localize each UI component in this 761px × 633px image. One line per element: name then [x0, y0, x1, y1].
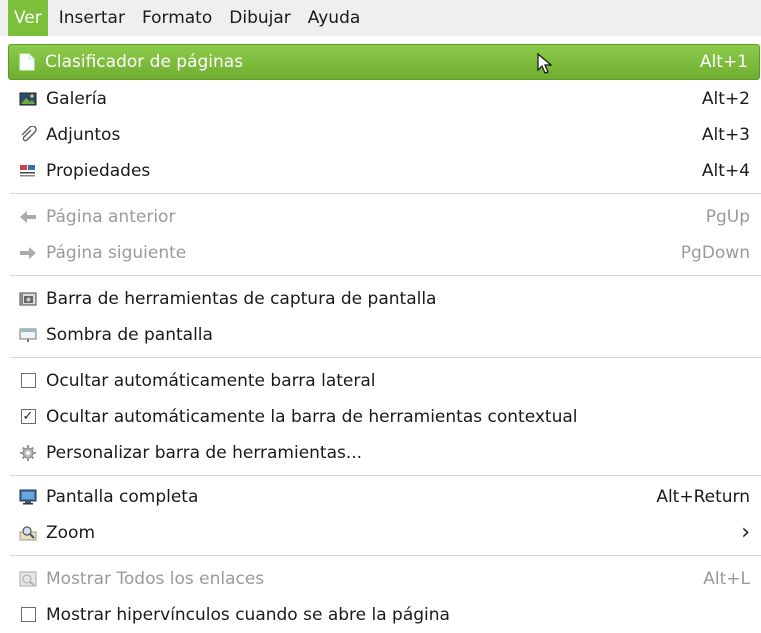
menu-item-shortcut: Alt+Return	[656, 486, 750, 507]
screen-shade-icon	[18, 325, 38, 345]
menu-item-page-sorter[interactable]: Clasificador de páginas Alt+1	[8, 44, 760, 80]
menu-item-label: Mostrar Todos los enlaces	[46, 568, 265, 589]
monitor-icon	[18, 487, 38, 507]
mouse-cursor-icon	[537, 53, 553, 74]
properties-icon	[18, 161, 38, 181]
menu-item-autohide-context-toolbar[interactable]: ✓ Ocultar automáticamente la barra de he…	[10, 398, 761, 435]
arrow-left-icon	[18, 207, 38, 227]
menu-item-screen-shade[interactable]: Sombra de pantalla	[10, 316, 761, 353]
menu-item-label: Personalizar barra de herramientas...	[46, 442, 363, 463]
menu-dibujar[interactable]: Dibujar	[223, 0, 297, 36]
menu-insertar[interactable]: Insertar	[53, 0, 131, 36]
menu-ver-label: Ver	[14, 8, 42, 28]
menu-item-label: Propiedades	[46, 160, 151, 181]
menu-insertar-label: Insertar	[58, 8, 125, 28]
submenu-chevron-icon: ›	[741, 520, 750, 545]
menu-item-label: Pantalla completa	[46, 486, 199, 507]
menubar: Ver Insertar Formato Dibujar Ayuda	[0, 0, 761, 36]
menu-item-label: Ocultar automáticamente barra lateral	[46, 370, 376, 391]
menu-formato-label: Formato	[141, 8, 213, 28]
camera-toolbar-icon	[18, 289, 38, 309]
menu-item-attachments[interactable]: Adjuntos Alt+3	[10, 116, 761, 153]
menu-item-shortcut: Alt+2	[701, 88, 750, 109]
menu-item-capture-toolbar[interactable]: Barra de herramientas de captura de pant…	[10, 280, 761, 317]
menu-item-properties[interactable]: Propiedades Alt+4	[10, 152, 761, 189]
menu-item-label: Zoom	[46, 522, 96, 543]
menu-formato[interactable]: Formato	[136, 0, 218, 36]
paperclip-icon	[18, 125, 38, 145]
menu-item-customize-toolbar[interactable]: Personalizar barra de herramientas...	[10, 434, 761, 471]
menu-item-show-hyperlinks-on-open[interactable]: Mostrar hipervínculos cuando se abre la …	[10, 596, 761, 633]
gallery-icon	[18, 89, 38, 109]
menu-item-zoom[interactable]: Zoom ›	[10, 514, 761, 551]
menu-ver[interactable]: Ver	[8, 0, 48, 36]
menu-ayuda[interactable]: Ayuda	[302, 0, 367, 36]
menu-separator	[10, 193, 761, 194]
zoom-icon	[18, 523, 38, 543]
ver-dropdown-menu: Clasificador de páginas Alt+1 Galería Al…	[0, 36, 761, 625]
menu-item-show-all-links[interactable]: Mostrar Todos los enlaces Alt+L	[10, 560, 761, 597]
menu-item-label: Adjuntos	[46, 124, 121, 145]
menu-item-shortcut: Alt+L	[703, 568, 750, 589]
menu-item-next-page[interactable]: Página siguiente PgDown	[10, 234, 761, 271]
checkbox-unchecked-icon[interactable]	[18, 605, 38, 625]
menu-separator	[10, 357, 761, 358]
menu-ayuda-label: Ayuda	[307, 8, 361, 28]
checkbox-checked-icon[interactable]: ✓	[18, 407, 38, 427]
menu-dibujar-label: Dibujar	[229, 8, 291, 28]
menu-item-label: Barra de herramientas de captura de pant…	[46, 288, 437, 309]
menu-item-shortcut: Alt+3	[701, 124, 750, 145]
menu-item-fullscreen[interactable]: Pantalla completa Alt+Return	[10, 478, 761, 515]
menu-item-autohide-sidebar[interactable]: Ocultar automáticamente barra lateral	[10, 362, 761, 399]
menu-separator	[10, 555, 761, 556]
menu-item-shortcut: PgDown	[680, 242, 750, 263]
menu-item-shortcut: Alt+1	[699, 52, 748, 72]
links-icon	[18, 569, 38, 589]
page-sorter-icon	[17, 52, 37, 72]
menu-item-label: Página anterior	[46, 206, 176, 227]
menu-item-label: Sombra de pantalla	[46, 324, 213, 345]
menu-item-label: Mostrar hipervínculos cuando se abre la …	[46, 604, 450, 625]
menu-item-gallery[interactable]: Galería Alt+2	[10, 80, 761, 117]
menu-item-previous-page[interactable]: Página anterior PgUp	[10, 198, 761, 235]
menu-item-shortcut: PgUp	[705, 206, 750, 227]
menu-item-label: Página siguiente	[46, 242, 187, 263]
gear-icon	[18, 443, 38, 463]
checkbox-unchecked-icon[interactable]	[18, 371, 38, 391]
menu-separator	[10, 275, 761, 276]
menu-item-label: Ocultar automáticamente la barra de herr…	[46, 406, 578, 427]
arrow-right-icon	[18, 243, 38, 263]
menu-item-label: Clasificador de páginas	[45, 52, 244, 72]
menu-item-shortcut: Alt+4	[701, 160, 750, 181]
menu-separator	[10, 475, 761, 476]
menu-item-label: Galería	[46, 88, 107, 109]
